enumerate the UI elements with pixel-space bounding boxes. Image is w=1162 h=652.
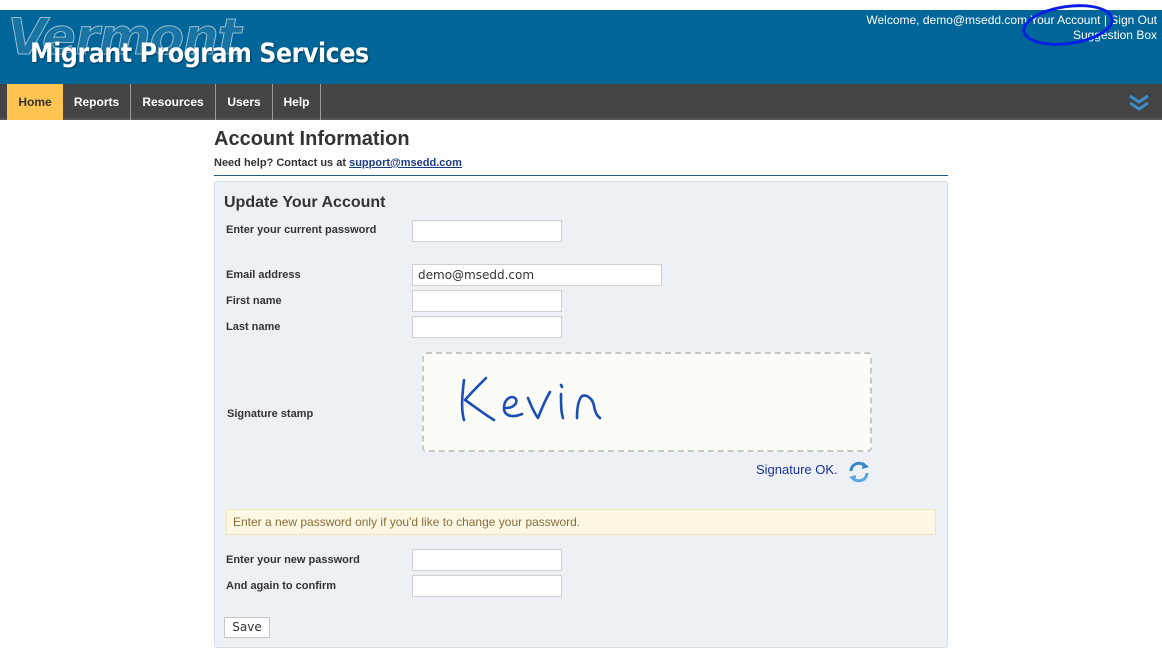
signature-drawing xyxy=(460,376,602,422)
email-label: Email address xyxy=(226,269,301,281)
new-password-input[interactable] xyxy=(412,549,562,571)
current-password-label: Enter your current password xyxy=(226,224,377,236)
current-password-input[interactable] xyxy=(412,220,562,242)
refresh-icon[interactable] xyxy=(847,460,871,484)
title-divider xyxy=(214,175,948,176)
new-password-label: Enter your new password xyxy=(226,554,360,566)
main-nav: Home Reports Resources Users Help xyxy=(0,84,1162,120)
confirm-password-label: And again to confirm xyxy=(226,580,336,592)
email-input[interactable]: demo@msedd.com xyxy=(412,264,662,286)
last-name-label: Last name xyxy=(226,321,281,333)
page-title: Account Information xyxy=(214,128,410,150)
sign-out-link[interactable]: Sign Out xyxy=(1110,13,1157,27)
nav-item-help[interactable]: Help xyxy=(273,84,321,120)
chevron-double-down-icon[interactable] xyxy=(1128,93,1150,113)
signature-label: Signature stamp xyxy=(227,408,314,420)
last-name-input[interactable] xyxy=(412,316,562,338)
signature-status: Signature OK. xyxy=(756,462,838,477)
save-button[interactable]: Save xyxy=(224,617,270,638)
support-email-link[interactable]: support@msedd.com xyxy=(349,157,462,169)
password-change-note: Enter a new password only if you'd like … xyxy=(226,509,936,535)
confirm-password-input[interactable] xyxy=(412,575,562,597)
nav-item-home[interactable]: Home xyxy=(7,84,63,120)
help-line: Need help? Contact us at support@msedd.c… xyxy=(214,157,462,169)
first-name-label: First name xyxy=(226,295,282,307)
site-header: Vermont Migrant Program Services Welcome… xyxy=(0,10,1162,84)
form-title: Update Your Account xyxy=(224,194,386,211)
brand-logo-text[interactable]: Migrant Program Services xyxy=(30,38,369,69)
nav-item-reports[interactable]: Reports xyxy=(63,84,131,120)
nav-item-resources[interactable]: Resources xyxy=(131,84,216,120)
signature-pad[interactable] xyxy=(422,352,872,452)
help-text: Need help? Contact us at xyxy=(214,157,347,169)
nav-item-users[interactable]: Users xyxy=(216,84,273,120)
welcome-text: Welcome, demo@msedd.com xyxy=(866,13,1028,27)
first-name-input[interactable] xyxy=(412,290,562,312)
